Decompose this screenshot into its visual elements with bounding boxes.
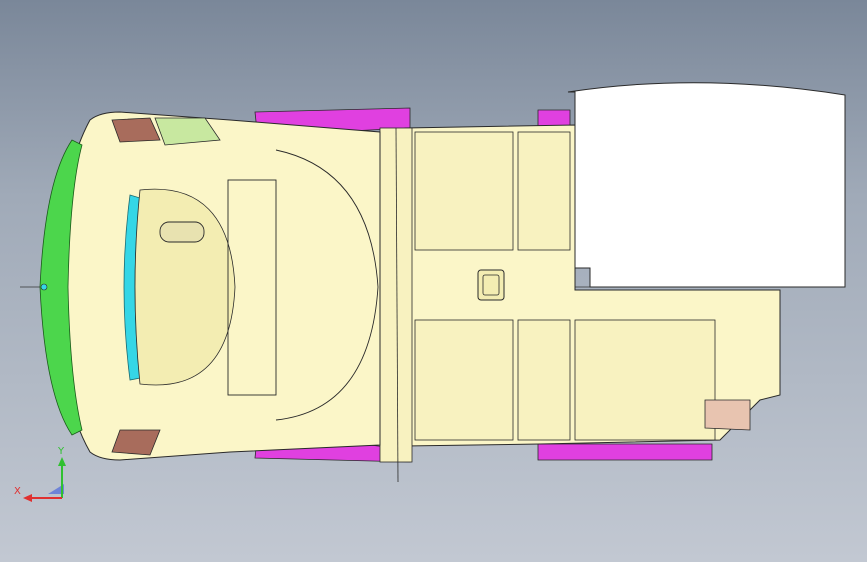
origin-marker: [40, 283, 48, 291]
seat-pan-upper-left: [414, 131, 514, 251]
y-axis-label: Y: [57, 446, 65, 457]
lower-rear-rail: [537, 443, 713, 461]
seat-pan-upper-right: [517, 131, 571, 251]
y-axis-head: [58, 457, 66, 466]
x-axis-head: [23, 494, 32, 502]
seat-pan-lower-right: [517, 319, 571, 441]
seat-pan-lower-left: [414, 319, 514, 441]
rear-floor-lower: [574, 319, 716, 441]
rear-cover-panel: [567, 82, 846, 288]
steering-opening: [159, 221, 205, 243]
center-tunnel-box: [477, 269, 505, 301]
rear-corner-bracket: [704, 399, 751, 431]
vehicle-body-model[interactable]: [0, 0, 867, 562]
cad-viewport[interactable]: X Y: [0, 0, 867, 562]
x-axis-label: X: [14, 486, 21, 497]
coordinate-triad: X Y: [14, 446, 66, 502]
